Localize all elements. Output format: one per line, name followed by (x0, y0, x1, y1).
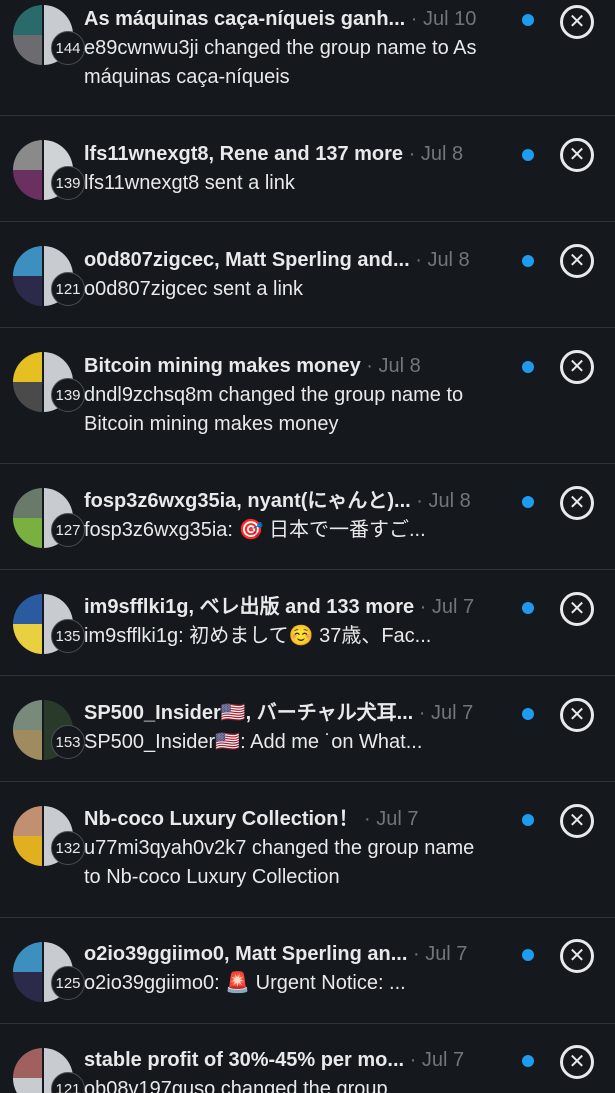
unread-indicator (522, 361, 534, 373)
conversation-list: 144 As máquinas caça-níqueis ganh... · Ju… (0, 0, 615, 1093)
close-icon[interactable]: ✕ (560, 1045, 594, 1079)
close-icon[interactable]: ✕ (560, 350, 594, 384)
member-count-badge: 125 (51, 966, 85, 1000)
message-preview: e89cwnwu3ji changed the group name to As… (84, 37, 477, 88)
message-date: Jul 7 (421, 1049, 465, 1071)
group-name: o0d807zigcec, Matt Sperling and... (84, 249, 410, 271)
group-name: stable profit of 30%-45% per mo... (84, 1049, 405, 1071)
member-count-badge: 139 (51, 378, 85, 412)
conversation-row[interactable]: 139 lfs11wnexgt8, Rene and 137 more · Jul… (0, 116, 615, 222)
date-separator: · (412, 943, 420, 965)
group-name: o2io39ggiimo0, Matt Sperling an... (84, 943, 408, 965)
unread-indicator (522, 255, 534, 267)
message-preview: dndl9zchsq8m changed the group name to B… (84, 384, 464, 435)
conversation-header: o2io39ggiimo0, Matt Sperling an... · Jul… (84, 941, 467, 967)
group-name: Bitcoin mining makes money (84, 355, 361, 377)
message-date: Jul 8 (428, 490, 471, 512)
group-name: SP500_Insider🇺🇸, バーチャル犬耳... (84, 702, 414, 724)
conversation-row[interactable]: 132 Nb-coco Luxury Collection！ · Jul 7 ✕ u7… (0, 782, 615, 918)
message-preview: o0d807zigcec sent a link (84, 278, 304, 300)
group-name: As máquinas caça-níqueis ganh... (84, 8, 406, 30)
message-preview: u77mi3qyah0v2k7 changed the group name t… (84, 837, 475, 888)
conversation-header: SP500_Insider🇺🇸, バーチャル犬耳... · Jul 7 (84, 700, 473, 726)
close-icon[interactable]: ✕ (560, 592, 594, 626)
conversation-header: o0d807zigcec, Matt Sperling and... · Jul… (84, 247, 470, 273)
member-count-badge: 153 (51, 725, 85, 759)
message-date: Jul 7 (431, 596, 475, 618)
close-icon[interactable]: ✕ (560, 138, 594, 172)
member-count-badge: 132 (51, 831, 85, 865)
message-date: Jul 7 (431, 702, 474, 724)
message-preview: lfs11wnexgt8 sent a link (84, 172, 295, 194)
message-date: Jul 8 (420, 143, 464, 165)
message-preview: fosp3z6wxg35ia: 🎯 日本で一番すご... (84, 519, 426, 541)
date-separator: · (408, 143, 416, 165)
conversation-header: fosp3z6wxg35ia, nyant(にゃんと)... · Jul 8 (84, 488, 471, 514)
unread-indicator (522, 949, 534, 961)
unread-indicator (522, 14, 534, 26)
member-count-badge: 121 (51, 1072, 85, 1093)
conversation-row[interactable]: 121 o0d807zigcec, Matt Sperling and... · … (0, 222, 615, 328)
member-count-badge: 135 (51, 619, 85, 653)
unread-indicator (522, 496, 534, 508)
conversation-header: lfs11wnexgt8, Rene and 137 more · Jul 8 (84, 141, 463, 167)
close-icon[interactable]: ✕ (560, 698, 594, 732)
message-date: Jul 8 (378, 355, 421, 377)
message-preview: o2io39ggiimo0: 🚨 Urgent Notice: ... (84, 972, 406, 994)
message-preview: SP500_Insider🇺🇸: Add me ˙on What... (84, 731, 423, 753)
conversation-row[interactable]: 153 SP500_Insider🇺🇸, バーチャル犬耳... · Jul 7 ✕ S… (0, 676, 615, 782)
close-icon[interactable]: ✕ (560, 244, 594, 278)
conversation-row[interactable]: 139 Bitcoin mining makes money · Jul 8 ✕ dn… (0, 328, 615, 464)
message-preview: im9sfflki1g: 初めまして☺️ 37歳、Fac... (84, 625, 432, 647)
date-separator: · (418, 702, 426, 724)
close-icon[interactable]: ✕ (560, 939, 594, 973)
conversation-row[interactable]: 125 o2io39ggiimo0, Matt Sperling an... · … (0, 918, 615, 1024)
date-separator: · (366, 355, 373, 377)
conversation-header: As máquinas caça-níqueis ganh... · Jul 1… (84, 6, 476, 32)
close-icon[interactable]: ✕ (560, 486, 594, 520)
conversation-header: stable profit of 30%-45% per mo... · Jul… (84, 1047, 464, 1073)
date-separator: · (419, 596, 427, 618)
date-separator: · (416, 490, 423, 512)
message-date: Jul 10 (423, 8, 477, 30)
unread-indicator (522, 149, 534, 161)
date-separator: · (364, 808, 371, 830)
unread-indicator (522, 814, 534, 826)
group-name: im9sfflki1g, ベレ出版 and 133 more (84, 596, 415, 618)
unread-indicator (522, 1055, 534, 1067)
group-name: lfs11wnexgt8, Rene and 137 more (84, 143, 404, 165)
unread-indicator (522, 708, 534, 720)
conversation-header: Bitcoin mining makes money · Jul 8 (84, 353, 421, 379)
conversation-row[interactable]: 127 fosp3z6wxg35ia, nyant(にゃんと)... · Jul … (0, 464, 615, 570)
conversation-row[interactable]: 135 im9sfflki1g, ベレ出版 and 133 more · Jul … (0, 570, 615, 676)
group-name: Nb-coco Luxury Collection！ (84, 808, 359, 830)
message-date: Jul 7 (425, 943, 468, 965)
conversation-row[interactable]: 144 As máquinas caça-níqueis ganh... · Ju… (0, 0, 615, 116)
message-preview: ob08v197guso changed the group (84, 1078, 388, 1093)
unread-indicator (522, 602, 534, 614)
date-separator: · (415, 249, 422, 271)
message-date: Jul 8 (427, 249, 470, 271)
date-separator: · (410, 8, 418, 30)
close-icon[interactable]: ✕ (560, 5, 594, 39)
date-separator: · (409, 1049, 417, 1071)
group-name: fosp3z6wxg35ia, nyant(にゃんと)... (84, 490, 411, 512)
member-count-badge: 144 (51, 31, 85, 65)
message-date: Jul 7 (376, 808, 419, 830)
conversation-header: im9sfflki1g, ベレ出版 and 133 more · Jul 7 (84, 594, 474, 620)
member-count-badge: 121 (51, 272, 85, 306)
conversation-header: Nb-coco Luxury Collection！ · Jul 7 (84, 806, 419, 832)
member-count-badge: 139 (51, 166, 85, 200)
close-icon[interactable]: ✕ (560, 804, 594, 838)
conversation-row[interactable]: 121 stable profit of 30%-45% per mo... · … (0, 1024, 615, 1093)
member-count-badge: 127 (51, 513, 85, 547)
